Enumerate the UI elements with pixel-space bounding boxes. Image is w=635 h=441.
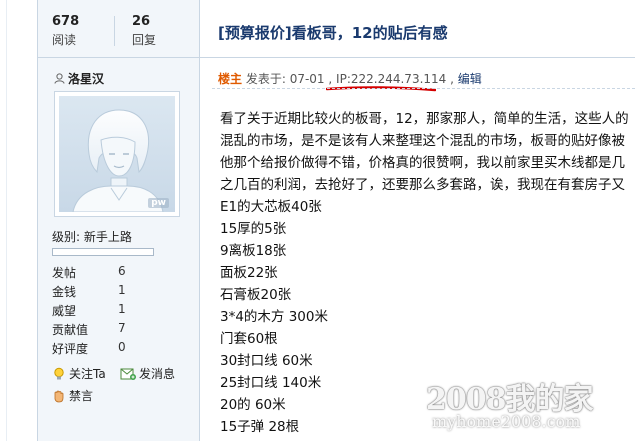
- watermark-sub: myhome2008.com: [432, 412, 581, 431]
- post-date: 发表于: 07-01: [245, 72, 325, 86]
- content-line: E1的大芯板40张: [220, 199, 322, 215]
- poster-tag: 楼主: [218, 72, 243, 86]
- prop-key: 发帖: [52, 266, 77, 280]
- left-margin-strip: [0, 0, 38, 441]
- content-line: 看了关于近期比较火的板哥，12，那家那人，简单的生活，这些人的: [220, 111, 629, 127]
- views-label: 阅读: [52, 33, 77, 47]
- prop-value: 1: [118, 283, 126, 297]
- content-line: 混乱的市场，是不是该有人来整理这个混乱的市场，板哥的贴好像被: [220, 133, 625, 149]
- hand-stop-icon: [54, 390, 64, 402]
- author-name-row[interactable]: 洛星汉: [54, 70, 104, 87]
- views-count: 678: [52, 14, 80, 29]
- prop-value: 6: [118, 264, 126, 278]
- lightbulb-icon: [54, 367, 64, 379]
- content-line: 9离板18张: [220, 243, 287, 259]
- prop-value: 1: [118, 302, 126, 316]
- content-line: 门套60根: [220, 331, 278, 347]
- prop-key: 贡献值: [52, 323, 89, 337]
- author-properties: 发帖 6 金钱 1 威望 1 贡献值 7 好评度 0: [52, 264, 126, 359]
- author-name[interactable]: 洛星汉: [68, 72, 104, 86]
- content-line: 面板22张: [220, 265, 278, 281]
- prop-row: 好评度 0: [52, 340, 126, 359]
- stats-divider: [114, 16, 115, 46]
- edit-link[interactable]: 编辑: [458, 72, 482, 86]
- prop-value: 0: [118, 340, 126, 354]
- replies-stat: 26 回复: [132, 14, 156, 48]
- post-meta: 楼主 发表于: 07-01 , IP:222.244.73.114 , 编辑: [218, 72, 482, 86]
- prop-key: 金钱: [52, 285, 77, 299]
- avatar[interactable]: pw: [54, 91, 180, 217]
- avatar-badge: pw: [148, 198, 169, 208]
- prop-value: 7: [118, 321, 126, 335]
- follow-button[interactable]: 关注Ta: [52, 365, 106, 382]
- follow-label: 关注Ta: [69, 367, 106, 381]
- prop-key: 好评度: [52, 342, 89, 356]
- replies-count: 26: [132, 14, 151, 29]
- ban-button[interactable]: 禁言: [52, 387, 93, 404]
- thread-title-bar: [预算报价]看板哥，12的贴后有感: [200, 0, 635, 58]
- prop-row: 贡献值 7: [52, 321, 126, 340]
- content-line: 15厚的5张: [220, 221, 287, 237]
- user-icon: [54, 73, 65, 84]
- send-message-button[interactable]: 发消息: [120, 365, 175, 382]
- prop-key: 威望: [52, 304, 77, 318]
- meta-divider: [212, 88, 635, 89]
- ip-highlight-underline: [326, 86, 436, 92]
- author-sidebar: 洛星汉 pw 级别: 新手上路 发帖 6 金钱 1 威望 1 贡献值 7 好评度…: [38, 58, 200, 441]
- replies-label: 回复: [132, 33, 157, 47]
- forum-thread-view: 678 阅读 26 回复 [预算报价]看板哥，12的贴后有感 洛星汉 pw 级别…: [0, 0, 635, 441]
- content-line: 3*4的木方 300米: [220, 309, 328, 325]
- ban-label: 禁言: [69, 389, 94, 403]
- content-line: 之几百的利润，去抢好了，还要那么多套路，诶，我现在有套房子又: [220, 177, 625, 193]
- content-line: 石膏板20张: [220, 287, 292, 303]
- prop-row: 发帖 6: [52, 264, 126, 283]
- views-stat: 678 阅读: [52, 14, 79, 48]
- send-message-label: 发消息: [139, 367, 176, 381]
- content-line: 他那个给报价做得不错，价格真的很赞啊，我以前家里买木线都是几: [220, 155, 625, 171]
- post-ip: IP:222.244.73.114: [336, 72, 447, 86]
- level-progress-bar: [52, 248, 154, 256]
- prop-row: 金钱 1: [52, 283, 126, 302]
- site-watermark: 2008我的家 myhome2008.com: [426, 374, 635, 441]
- prop-row: 威望 1: [52, 302, 126, 321]
- thread-stats: 678 阅读 26 回复: [38, 0, 200, 58]
- content-line: 30封口线 60米: [220, 353, 313, 369]
- avatar-silhouette-icon: [72, 109, 164, 212]
- avatar-image: pw: [59, 96, 175, 212]
- thread-title[interactable]: [预算报价]看板哥，12的贴后有感: [218, 22, 448, 43]
- author-level: 级别: 新手上路: [52, 230, 132, 244]
- message-icon: [120, 368, 136, 380]
